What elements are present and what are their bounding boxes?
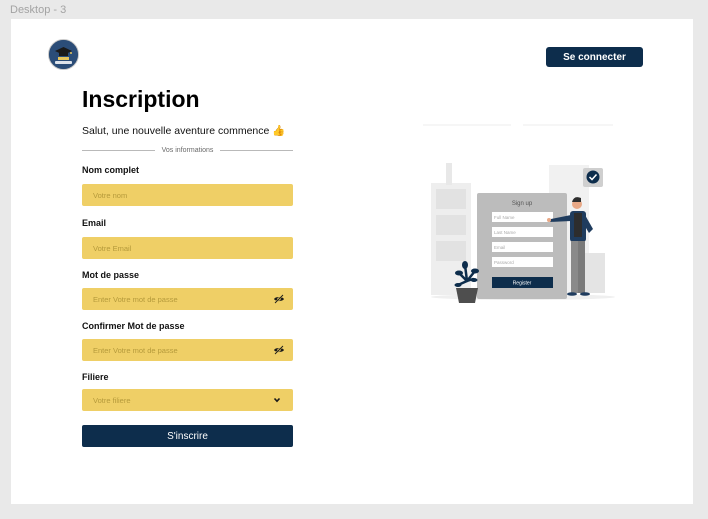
divider-line-right — [220, 150, 293, 151]
eye-off-icon[interactable] — [273, 344, 285, 356]
illus-chair — [583, 253, 605, 293]
confirm-password-input[interactable] — [93, 339, 282, 361]
password-input[interactable] — [93, 288, 282, 310]
confirm-password-field[interactable] — [82, 339, 293, 361]
illus-shelf — [436, 241, 466, 261]
filiere-label: Filiere — [82, 372, 109, 382]
page-canvas: Se connecter Inscription Salut, une nouv… — [11, 19, 693, 504]
illus-shelf — [436, 215, 466, 235]
chevron-down-icon[interactable] — [272, 395, 282, 405]
illus-input-text: Password — [494, 260, 514, 265]
submit-button[interactable]: S'inscrire — [82, 425, 293, 447]
school-logo[interactable] — [48, 39, 79, 70]
signup-illustration: Sign up Full Name Last Name Email Passwo… — [423, 124, 615, 303]
confirm-password-label: Confirmer Mot de passe — [82, 321, 185, 331]
illus-shelf — [436, 189, 466, 209]
section-label: Vos informations — [161, 147, 214, 154]
illus-input-text: Email — [494, 245, 505, 250]
filiere-select[interactable]: Votre filiere — [82, 389, 293, 411]
illus-input-text: Full Name — [494, 215, 515, 220]
fullname-label: Nom complet — [82, 165, 140, 175]
illus-register-label: Register — [513, 281, 532, 287]
filiere-selected-value: Votre filiere — [93, 395, 131, 405]
fullname-input[interactable] — [93, 184, 282, 206]
eye-off-icon[interactable] — [273, 293, 285, 305]
frame-label: Desktop - 3 — [10, 4, 67, 16]
fullname-field[interactable] — [82, 184, 293, 206]
logo-graphic — [49, 40, 78, 69]
email-label: Email — [82, 218, 107, 228]
email-field[interactable] — [82, 237, 293, 259]
divider-line-left — [82, 150, 155, 151]
page-subtitle: Salut, une nouvelle aventure commence 👍 — [82, 125, 286, 137]
password-field[interactable] — [82, 288, 293, 310]
check-circle-icon — [586, 170, 600, 184]
illus-vase — [446, 163, 452, 185]
email-input[interactable] — [93, 237, 282, 259]
password-label: Mot de passe — [82, 270, 140, 280]
illus-input-text: Last Name — [494, 230, 516, 235]
section-divider: Vos informations — [82, 147, 293, 154]
login-button[interactable]: Se connecter — [546, 47, 643, 67]
page-title: Inscription — [82, 86, 200, 112]
illus-card-title: Sign up — [512, 201, 533, 207]
